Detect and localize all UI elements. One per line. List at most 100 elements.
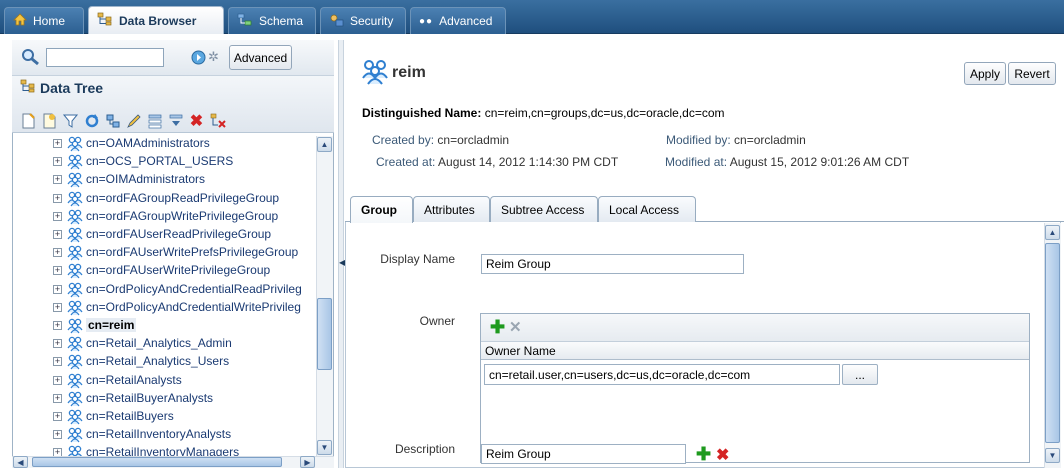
owner-name-column-header: Owner Name — [481, 342, 1029, 360]
expand-node-icon[interactable]: + — [53, 412, 62, 421]
tree-item[interactable]: + cn=ordFAGroupWritePrivilegeGroup — [12, 208, 316, 226]
add-owner-icon[interactable]: ✚ — [490, 318, 505, 336]
expand-node-icon[interactable]: + — [53, 157, 62, 167]
move-entry-icon[interactable] — [104, 113, 121, 130]
tree-scroll-right-arrow[interactable]: ▶ — [300, 456, 315, 468]
tree-item[interactable]: + cn=RetailAnalysts — [12, 372, 316, 390]
advanced-search-button[interactable]: Advanced — [229, 45, 292, 70]
tree-scroll-thumb[interactable] — [317, 298, 332, 370]
expand-node-icon[interactable]: + — [53, 266, 62, 276]
revert-button[interactable]: Revert — [1008, 62, 1056, 85]
expand-node-icon[interactable]: + — [53, 321, 62, 330]
tab-local-access[interactable]: Local Access — [598, 196, 696, 222]
tab-advanced[interactable]: ●● Advanced — [410, 7, 506, 34]
tree-item[interactable]: + cn=RetailInventoryManagers — [12, 444, 316, 456]
owner-name-field[interactable]: cn=retail.user,cn=users,dc=us,dc=oracle,… — [484, 364, 840, 385]
tab-advanced-label: Advanced — [439, 14, 493, 28]
tab-group[interactable]: Group — [350, 196, 413, 223]
panel-splitter[interactable] — [338, 40, 344, 468]
group-icon — [67, 227, 83, 243]
tree-item[interactable]: + cn=RetailBuyerAnalysts — [12, 390, 316, 408]
group-icon — [67, 409, 83, 425]
owner-toolbar — [481, 314, 1029, 342]
clear-search-icon[interactable]: ✲ — [208, 49, 219, 65]
tree-horizontal-thumb[interactable] — [32, 457, 282, 467]
tree-item-label: cn=ordFAUserWritePrefsPrivilegeGroup — [86, 245, 299, 260]
remove-description-icon[interactable]: ✖ — [716, 445, 729, 465]
expand-node-icon[interactable]: + — [53, 139, 62, 148]
tree-item[interactable]: + cn=Retail_Analytics_Admin — [12, 335, 316, 353]
tree-item[interactable]: + cn=OIMAdministrators — [12, 171, 316, 189]
home-icon — [13, 13, 27, 29]
tab-subtree-access[interactable]: Subtree Access — [490, 196, 598, 222]
search-input[interactable] — [46, 48, 164, 67]
expand-node-icon[interactable]: + — [53, 339, 62, 349]
expand-node-icon[interactable]: + — [53, 230, 62, 239]
tree-item[interactable]: + cn=ordFAGroupReadPrivilegeGroup — [12, 190, 316, 208]
delete-icon[interactable]: ✖ — [188, 113, 205, 130]
tab-attributes[interactable]: Attributes — [413, 196, 490, 222]
expand-node-icon[interactable]: + — [53, 448, 62, 456]
display-name-field[interactable]: Reim Group — [481, 254, 744, 274]
tree-item[interactable]: + cn=OAMAdministrators — [12, 136, 316, 153]
expand-node-icon[interactable]: + — [53, 302, 62, 312]
filter-icon[interactable] — [62, 113, 79, 130]
expand-node-icon[interactable]: + — [53, 375, 62, 385]
tree-item[interactable]: + cn=reim — [12, 317, 316, 335]
create-like-icon[interactable] — [41, 113, 58, 130]
description-field[interactable]: Reim Group — [481, 444, 686, 464]
apply-button[interactable]: Apply — [964, 62, 1006, 85]
tree-item-label: cn=OAMAdministrators — [86, 136, 210, 150]
go-search-icon[interactable] — [191, 50, 206, 68]
tree-item-label: cn=ordFAUserWritePrivilegeGroup — [86, 263, 271, 278]
tab-data-browser[interactable]: Data Browser — [88, 6, 224, 34]
tree-item[interactable]: + cn=ordFAUserWritePrivilegeGroup — [12, 262, 316, 280]
tree-item-label: cn=RetailAnalysts — [86, 372, 182, 387]
edit-icon[interactable] — [125, 113, 142, 130]
data-tree-title: Data Tree — [20, 79, 103, 96]
tab-home[interactable]: Home — [4, 7, 84, 34]
tree-vertical-scrollbar[interactable] — [316, 136, 333, 456]
tab-security[interactable]: Security — [320, 7, 406, 34]
refresh-icon[interactable] — [83, 113, 100, 130]
content-scroll-down-arrow[interactable]: ▼ — [1045, 448, 1060, 463]
tab-data-browser-label: Data Browser — [119, 13, 197, 28]
tree-scroll-up-arrow[interactable]: ▲ — [317, 137, 332, 152]
expand-node-icon[interactable]: + — [53, 284, 62, 294]
created-by-value: cn=orcladmin — [437, 133, 510, 147]
distinguished-name: Distinguished Name: cn=reim,cn=groups,dc… — [362, 106, 725, 120]
tree-item[interactable]: + cn=ordFAUserWritePrefsPrivilegeGroup — [12, 244, 316, 262]
tree-item[interactable]: + cn=RetailBuyers — [12, 408, 316, 426]
tree-item[interactable]: + cn=OrdPolicyAndCredentialReadPrivileg — [12, 281, 316, 299]
collapse-all-icon[interactable] — [167, 113, 184, 130]
expand-node-icon[interactable]: + — [53, 393, 62, 403]
tree-item[interactable]: + cn=OrdPolicyAndCredentialWritePrivileg — [12, 299, 316, 317]
new-entry-icon[interactable] — [20, 113, 37, 130]
expand-node-icon[interactable]: + — [53, 357, 62, 367]
remove-owner-icon[interactable]: ✕ — [509, 318, 522, 336]
tree-item[interactable]: + cn=RetailInventoryAnalysts — [12, 426, 316, 444]
delete-subtree-icon[interactable] — [209, 113, 226, 130]
add-description-icon[interactable]: ✚ — [696, 445, 711, 463]
content-scroll-up-arrow[interactable]: ▲ — [1045, 225, 1060, 240]
expand-node-icon[interactable]: + — [53, 430, 62, 440]
group-icon — [67, 318, 83, 334]
expand-all-icon[interactable] — [146, 113, 163, 130]
created-at-value: August 14, 2012 1:14:30 PM CDT — [438, 155, 619, 169]
tree-item[interactable]: + cn=Retail_Analytics_Users — [12, 353, 316, 371]
tree-scroll-left-arrow[interactable]: ◀ — [13, 456, 28, 468]
tab-schema[interactable]: Schema — [228, 7, 316, 34]
expand-node-icon[interactable]: + — [53, 193, 62, 203]
expand-node-icon[interactable]: + — [53, 175, 62, 185]
group-icon — [67, 300, 83, 316]
expand-node-icon[interactable]: + — [53, 248, 62, 258]
expand-node-icon[interactable]: + — [53, 211, 62, 221]
tree-item[interactable]: + cn=OCS_PORTAL_USERS — [12, 153, 316, 171]
tree-scroll-down-arrow[interactable]: ▼ — [317, 440, 332, 455]
content-scroll-thumb[interactable] — [1045, 243, 1060, 443]
tree-item-label: cn=OCS_PORTAL_USERS — [86, 154, 234, 169]
data-tree-icon — [20, 79, 36, 96]
tree-item[interactable]: + cn=ordFAUserReadPrivilegeGroup — [12, 226, 316, 244]
modified-at: Modified at: August 15, 2012 9:01:26 AM … — [665, 155, 909, 169]
owner-browse-button[interactable]: ... — [842, 364, 878, 385]
